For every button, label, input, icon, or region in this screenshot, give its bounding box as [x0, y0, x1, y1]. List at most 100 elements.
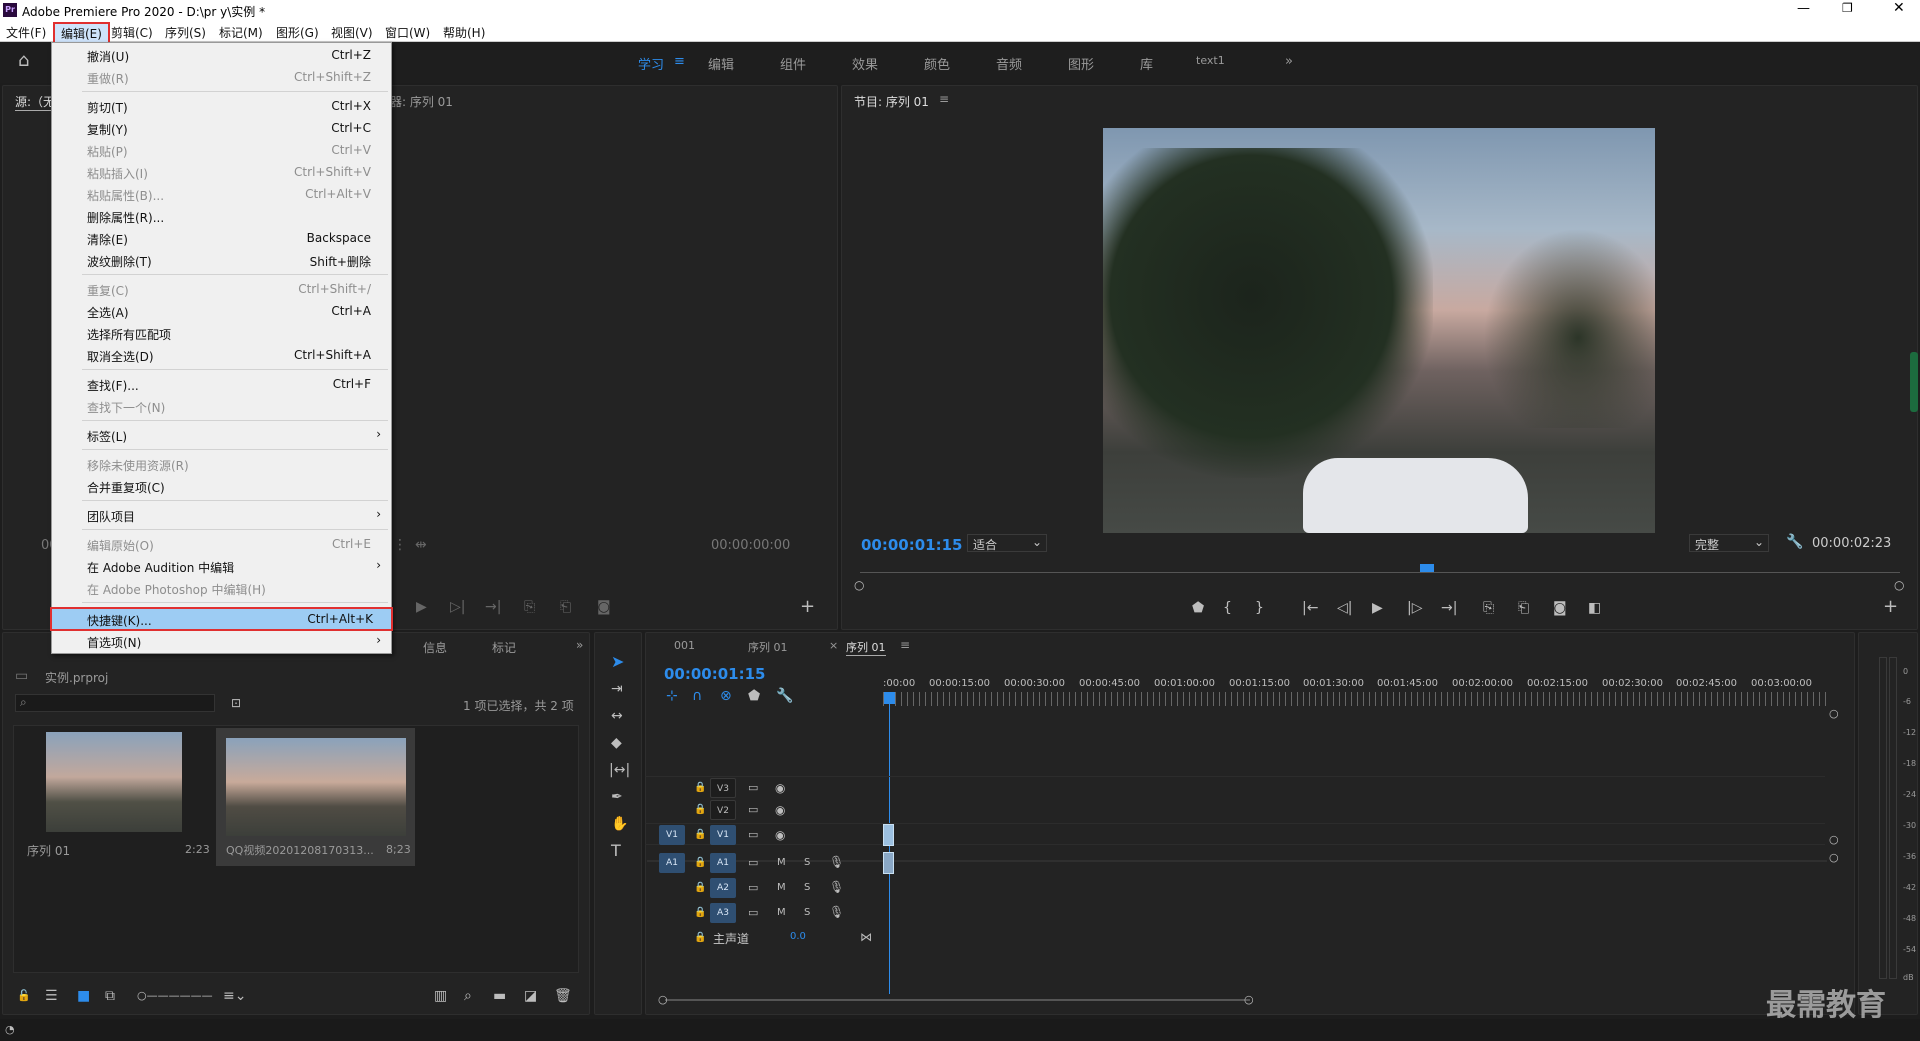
lock-icon[interactable]: 🔒 — [694, 803, 706, 817]
track-label-a3[interactable]: A3 — [710, 903, 736, 923]
hand-tool-icon[interactable]: ✋ — [611, 817, 628, 831]
track-label-v2[interactable]: V2 — [710, 800, 736, 820]
ripple-edit-tool-icon[interactable]: ↔ — [611, 709, 623, 723]
menu-item-paste[interactable]: 粘贴(P) Ctrl+V — [52, 140, 391, 160]
maximize-button[interactable]: ❐ — [1842, 1, 1853, 15]
menu-item-keyboard-shortcuts[interactable]: 快捷键(K)... Ctrl+Alt+K — [50, 607, 393, 631]
playhead-marker[interactable] — [1420, 564, 1434, 572]
export-frame-icon[interactable]: ◙ — [1553, 601, 1567, 615]
sync-lock-icon[interactable]: ▭ — [748, 828, 758, 842]
source-play-icon[interactable]: ▶ — [416, 600, 427, 614]
bowtie-icon[interactable]: ⋈ — [860, 930, 872, 944]
program-menu-icon[interactable]: ≡ — [939, 92, 949, 106]
scroll-left-handle[interactable]: ○ — [658, 993, 668, 1007]
track-label-v1[interactable]: V1 — [710, 825, 736, 845]
close-button[interactable]: ✕ — [1893, 0, 1905, 16]
program-timecode[interactable]: 00:00:01:15 — [861, 536, 963, 554]
project-item-sequence[interactable]: 序列 01 2:23 — [15, 728, 213, 866]
source-overwrite-icon[interactable]: ⎗ — [560, 600, 571, 614]
workspace-libraries[interactable]: 库 — [1140, 54, 1153, 73]
source-step-forward-icon[interactable]: ▷| — [450, 600, 465, 614]
lock-icon[interactable]: 🔓 — [17, 989, 31, 1003]
lock-icon[interactable]: 🔒 — [694, 856, 706, 870]
mute-button[interactable]: M — [777, 856, 786, 870]
comparison-view-icon[interactable]: ◧ — [1588, 601, 1601, 615]
horizontal-scrollbar[interactable] — [665, 999, 1250, 1001]
lock-icon[interactable]: 🔒 — [694, 828, 706, 842]
track-label-a1[interactable]: A1 — [710, 853, 736, 873]
play-icon[interactable]: ▶ — [1372, 601, 1383, 615]
menu-view[interactable]: 视图(V) — [331, 24, 373, 41]
source-goto-out-icon[interactable]: →| — [485, 600, 501, 614]
audio-clip[interactable] — [883, 852, 894, 874]
new-bin-from-search-icon[interactable]: ⊡ — [231, 696, 241, 710]
playhead-line[interactable] — [889, 704, 890, 994]
add-marker-icon[interactable]: ⬟ — [1192, 601, 1204, 615]
freeform-view-icon[interactable]: ⧉ — [105, 989, 115, 1003]
selection-tool-icon[interactable]: ➤ — [611, 654, 624, 670]
lift-icon[interactable]: ⎘ — [1483, 601, 1494, 615]
sync-lock-icon[interactable]: ▭ — [748, 906, 758, 920]
close-tab-icon[interactable]: × — [829, 639, 838, 652]
menu-help[interactable]: 帮助(H) — [443, 24, 485, 41]
menu-item-paste-attributes[interactable]: 粘贴属性(B)... Ctrl+Alt+V — [52, 184, 391, 204]
menu-item-select-all-matching[interactable]: 选择所有匹配项 — [52, 323, 391, 343]
timeline-timecode[interactable]: 00:00:01:15 — [664, 665, 766, 683]
microphone-icon[interactable]: 🎙 — [829, 905, 844, 919]
workspace-overflow-icon[interactable]: » — [1285, 54, 1293, 69]
menu-item-edit-in-audition[interactable]: 在 Adobe Audition 中编辑 › — [52, 556, 391, 576]
trash-icon[interactable]: 🗑 — [554, 989, 572, 1003]
project-search-input[interactable]: ⌕ — [15, 694, 215, 712]
home-icon[interactable]: ⌂ — [18, 52, 29, 70]
menu-item-cut[interactable]: 剪切(T) Ctrl+X — [52, 96, 391, 116]
project-overflow-icon[interactable]: » — [576, 638, 583, 652]
sync-lock-icon[interactable]: ▭ — [748, 881, 758, 895]
menu-clip[interactable]: 剪辑(C) — [111, 24, 153, 41]
menu-item-remove-attributes[interactable]: 删除属性(R)... — [52, 206, 391, 226]
menu-item-edit-in-photoshop[interactable]: 在 Adobe Photoshop 中编辑(H) — [52, 578, 391, 598]
add-marker-icon[interactable]: ⬟ — [748, 689, 760, 703]
workspace-audio[interactable]: 音频 — [996, 54, 1022, 73]
find-icon[interactable]: ⌕ — [464, 989, 472, 1003]
menu-item-preferences[interactable]: 首选项(N) › — [52, 631, 391, 651]
fit-dropdown[interactable]: 适合 ⌄ — [967, 534, 1047, 552]
step-forward-icon[interactable]: |▷ — [1407, 601, 1422, 615]
source-patch-a1[interactable]: A1 — [659, 853, 685, 873]
list-view-icon[interactable]: ☰ — [45, 989, 58, 1003]
sort-icon[interactable]: ≡⌄ — [223, 989, 246, 1003]
scroll-right-handle[interactable]: ○ — [1244, 993, 1254, 1007]
menu-item-select-all[interactable]: 全选(A) Ctrl+A — [52, 301, 391, 321]
menu-item-paste-insert[interactable]: 粘贴插入(I) Ctrl+Shift+V — [52, 162, 391, 182]
microphone-icon[interactable]: 🎙 — [829, 855, 844, 869]
lock-icon[interactable]: 🔒 — [694, 781, 706, 795]
source-add-button[interactable]: + — [800, 598, 815, 616]
project-tab-info[interactable]: 信息 — [423, 639, 447, 656]
menu-file[interactable]: 文件(F) — [6, 24, 46, 41]
sync-lock-icon[interactable]: ▭ — [748, 781, 758, 795]
workspace-edit[interactable]: 编辑 — [708, 54, 734, 73]
menu-item-remove-unused[interactable]: 移除未使用资源(R) — [52, 454, 391, 474]
sync-lock-icon[interactable]: ▭ — [748, 803, 758, 817]
menu-item-undo[interactable]: 撤消(U) Ctrl+Z — [52, 45, 391, 65]
icon-view-icon[interactable]: ■ — [77, 989, 90, 1003]
timeline-tab-seq1-active[interactable]: 序列 01 — [846, 639, 886, 656]
source-trim-icon[interactable]: ⇹ — [415, 538, 427, 552]
timeline-menu-icon[interactable]: ≡ — [900, 638, 910, 652]
video-clip[interactable] — [883, 824, 894, 846]
program-tab[interactable]: 节目: 序列 01 — [854, 93, 929, 110]
eye-icon[interactable]: ◉ — [775, 828, 785, 842]
new-item-icon[interactable]: ◪ — [524, 989, 537, 1003]
wrench-icon[interactable]: 🔧 — [1786, 535, 1803, 549]
menu-item-duplicate[interactable]: 重复(C) Ctrl+Shift+/ — [52, 279, 391, 299]
eye-icon[interactable]: ◉ — [775, 803, 785, 817]
vertical-zoom-handle[interactable]: ○ — [1829, 707, 1839, 721]
project-item-video[interactable]: QQ视频20201208170313... 8;23 — [216, 728, 415, 866]
step-back-icon[interactable]: ◁| — [1337, 601, 1352, 615]
program-add-button[interactable]: + — [1883, 598, 1898, 616]
program-scrubber[interactable] — [860, 572, 1900, 573]
type-tool-icon[interactable]: T — [611, 843, 621, 859]
menu-item-find-next[interactable]: 查找下一个(N) — [52, 396, 391, 416]
zoom-right-handle[interactable]: ○ — [1894, 578, 1904, 592]
nest-icon[interactable]: ⊹ — [666, 689, 678, 703]
menu-markers[interactable]: 标记(M) — [219, 24, 263, 41]
